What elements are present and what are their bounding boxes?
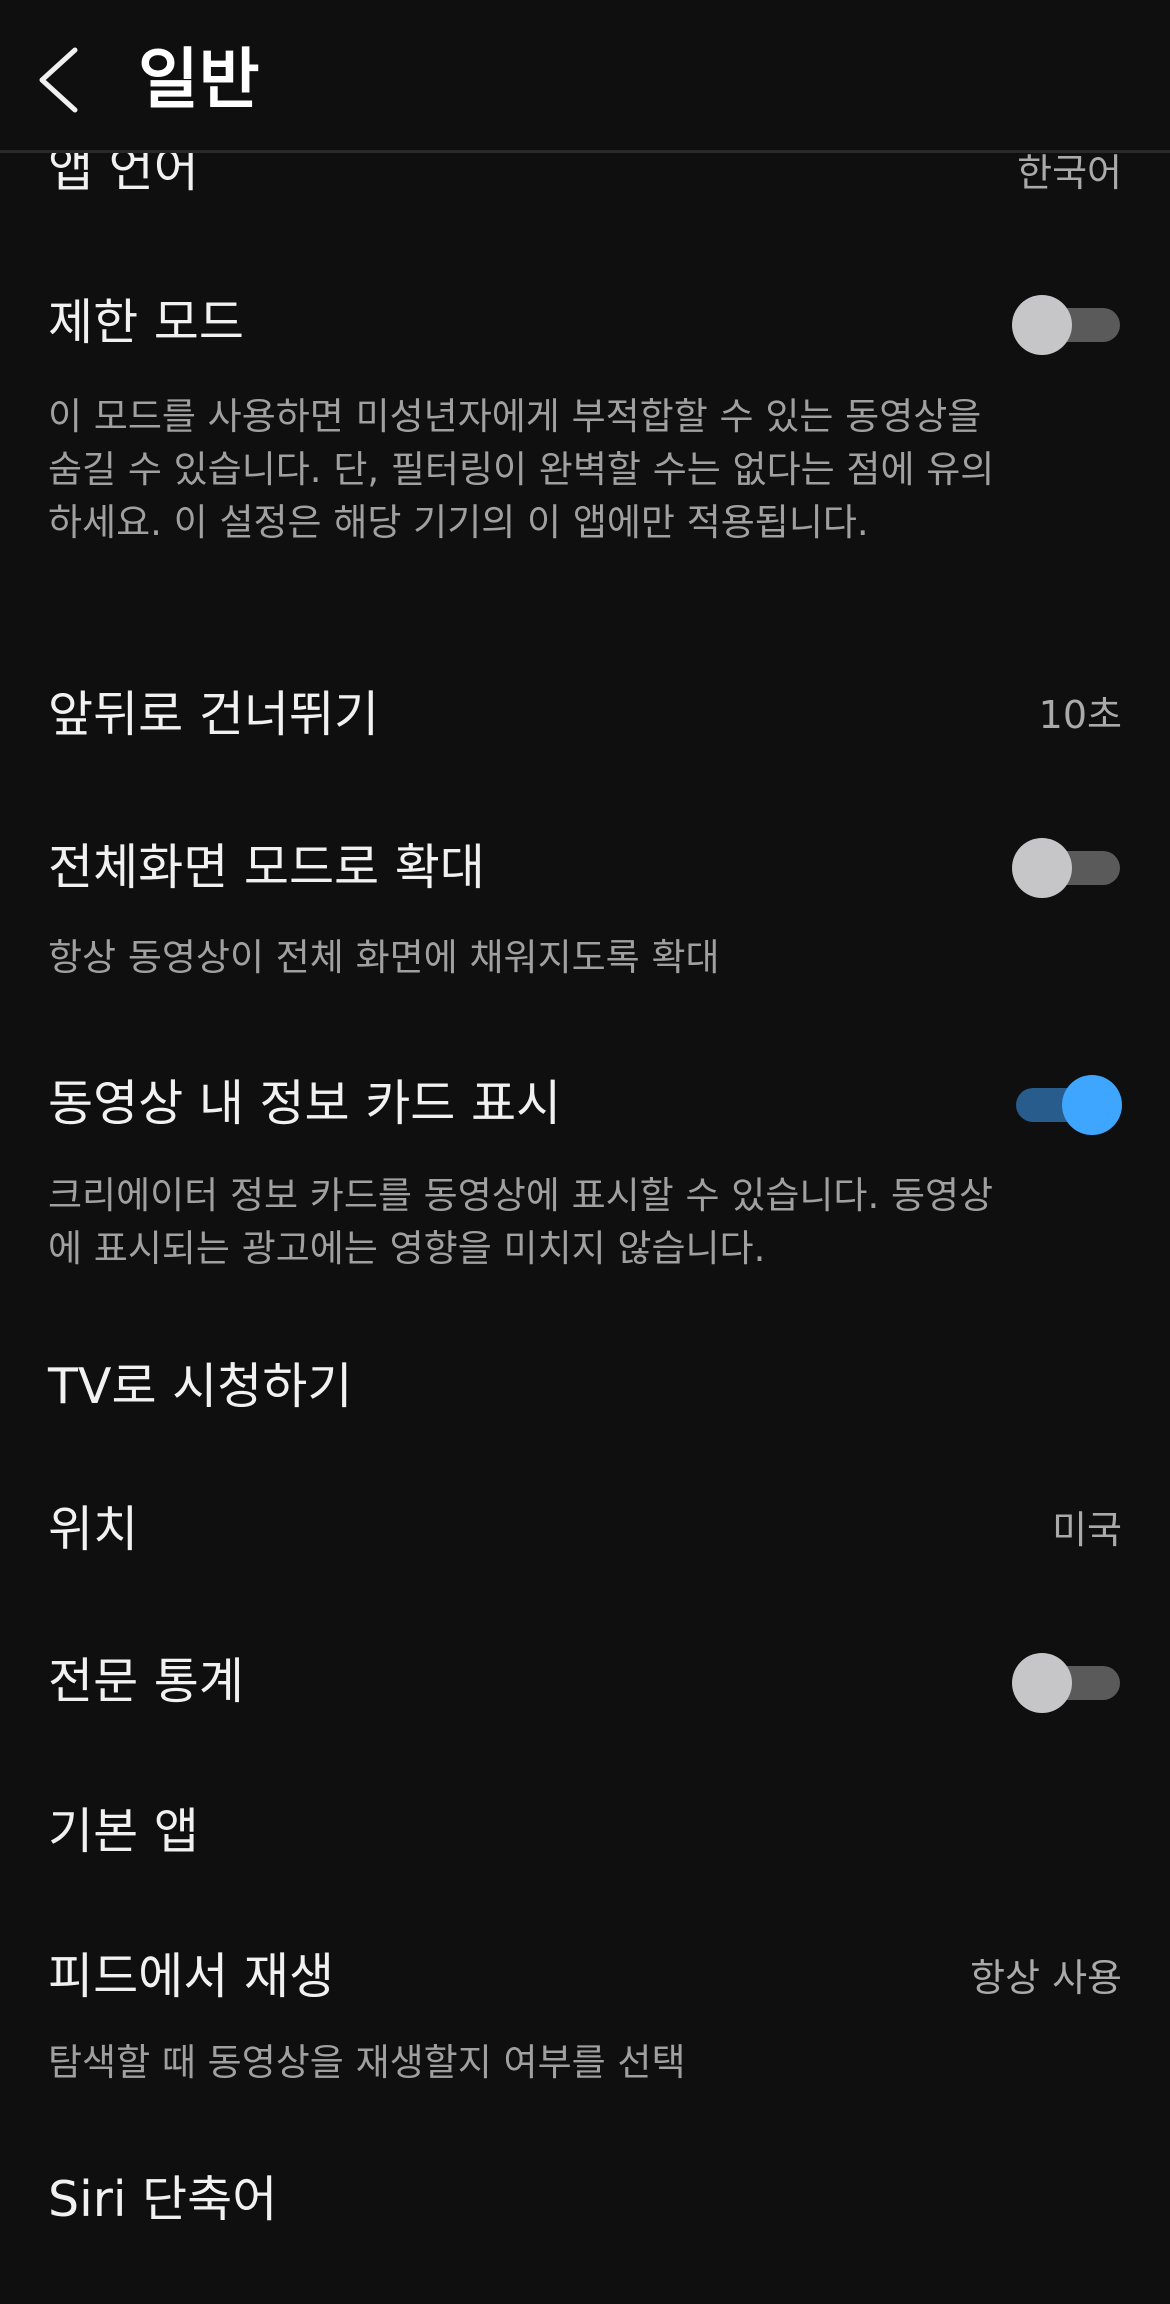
toggle-knob: [1062, 1075, 1122, 1135]
setting-title: 전문 통계: [48, 1653, 244, 1710]
setting-description: 탐색할 때 동영상을 재생할지 여부를 선택: [48, 2041, 686, 2084]
stats-for-nerds-toggle[interactable]: [1012, 1653, 1122, 1713]
setting-value: 한국어: [1017, 151, 1122, 195]
toggle-knob: [1012, 1653, 1072, 1713]
setting-title: 앞뒤로 건너뛰기: [48, 686, 380, 743]
setting-title: 피드에서 재생: [48, 1948, 335, 2005]
back-button[interactable]: [30, 40, 90, 120]
zoom-to-fill-toggle[interactable]: [1012, 838, 1122, 898]
setting-title: 동영상 내 정보 카드 표시: [48, 1075, 562, 1132]
setting-title: 제한 모드: [48, 294, 244, 351]
setting-title: 기본 앱: [48, 1803, 199, 1860]
top-app-bar: 일반: [0, 0, 1170, 153]
setting-description: 항상 동영상이 전체 화면에 채워지도록 확대: [48, 936, 720, 979]
setting-title: Siri 단축어: [48, 2171, 278, 2228]
setting-title: 위치: [48, 1501, 139, 1558]
toggle-knob: [1012, 838, 1072, 898]
page-title: 일반: [138, 41, 260, 118]
toggle-knob: [1012, 295, 1072, 355]
settings-list: 앱 언어 한국어 제한 모드 이 모드를 사용하면 미성년자에게 부적합할 수 …: [0, 0, 1170, 2304]
setting-title: 전체화면 모드로 확대: [48, 839, 485, 896]
info-cards-toggle[interactable]: [1012, 1075, 1122, 1135]
restricted-mode-toggle[interactable]: [1012, 295, 1122, 355]
setting-value: 항상 사용: [970, 1956, 1122, 2000]
setting-description: 크리에이터 정보 카드를 동영상에 표시할 수 있습니다. 동영상에 표시되는 …: [48, 1174, 994, 1270]
chevron-left-icon: [39, 47, 78, 113]
setting-value: 미국: [1052, 1508, 1122, 1552]
setting-value: 10초: [1038, 693, 1122, 737]
setting-description: 이 모드를 사용하면 미성년자에게 부적합할 수 있는 동영상을 숨길 수 있습…: [48, 395, 995, 544]
setting-title: TV로 시청하기: [48, 1358, 353, 1415]
